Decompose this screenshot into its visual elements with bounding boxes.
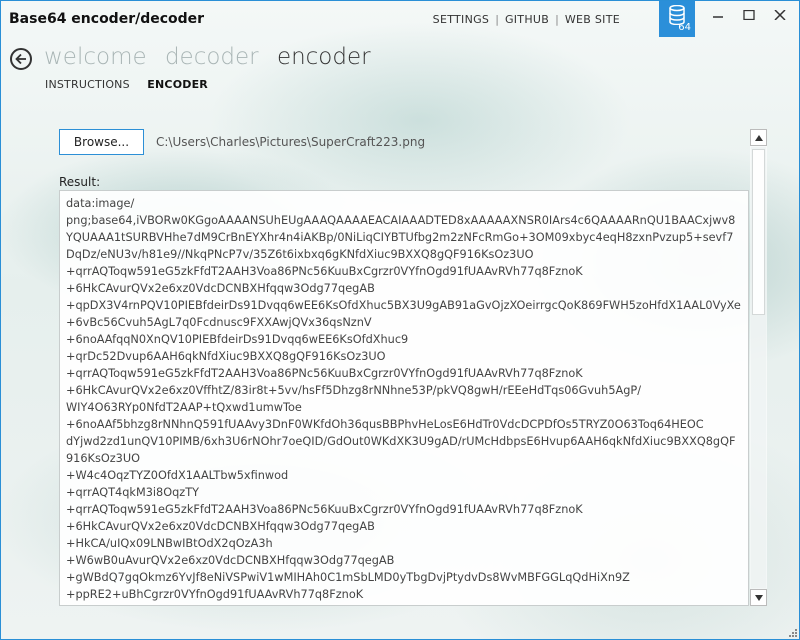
tab-encoder[interactable]: ENCODER: [147, 78, 208, 91]
result-label: Result:: [59, 175, 101, 189]
selected-file-path: C:\Users\Charles\Pictures\SuperCraft223.…: [156, 135, 426, 149]
scroll-up-button[interactable]: [750, 129, 767, 146]
badge-number: 64: [678, 22, 691, 33]
result-text[interactable]: data:image/ png;base64,iVBORw0KGgoAAAANS…: [60, 191, 748, 605]
title-bar: Base64 encoder/decoder SETTINGS | GITHUB…: [0, 0, 800, 40]
result-textbox[interactable]: data:image/ png;base64,iVBORw0KGgoAAAANS…: [59, 190, 749, 606]
scroll-up-arrow-icon: [755, 135, 763, 141]
app-title: Base64 encoder/decoder: [9, 11, 205, 27]
nav-github-link[interactable]: GITHUB: [499, 13, 555, 26]
scroll-thumb[interactable]: [752, 149, 765, 315]
close-button[interactable]: [769, 6, 791, 24]
browse-button[interactable]: Browse...: [59, 129, 144, 155]
pivot-decoder[interactable]: decoder: [165, 44, 259, 70]
nav-website-link[interactable]: WEB SITE: [559, 13, 626, 26]
resize-grip-icon[interactable]: [788, 628, 798, 638]
pivot-welcome[interactable]: welcome: [44, 44, 147, 70]
minimize-button[interactable]: [707, 6, 729, 24]
pivot-encoder[interactable]: encoder: [277, 44, 371, 70]
pivot-nav: welcome decoder encoder: [44, 44, 382, 70]
scroll-down-button[interactable]: [750, 589, 767, 606]
top-nav: SETTINGS | GITHUB | WEB SITE: [427, 13, 626, 26]
back-button[interactable]: [10, 48, 32, 70]
close-icon: [774, 10, 786, 20]
minimize-icon: [713, 16, 723, 18]
back-arrow-icon: [15, 53, 26, 65]
scroll-down-arrow-icon: [755, 595, 763, 601]
maximize-button[interactable]: [738, 6, 760, 24]
tab-instructions[interactable]: INSTRUCTIONS: [45, 78, 130, 91]
sub-tabs: INSTRUCTIONS ENCODER: [45, 78, 222, 91]
nav-settings-link[interactable]: SETTINGS: [427, 13, 496, 26]
app-logo-badge: 64: [659, 0, 695, 37]
vertical-scrollbar[interactable]: [750, 129, 767, 606]
maximize-icon: [743, 10, 755, 20]
